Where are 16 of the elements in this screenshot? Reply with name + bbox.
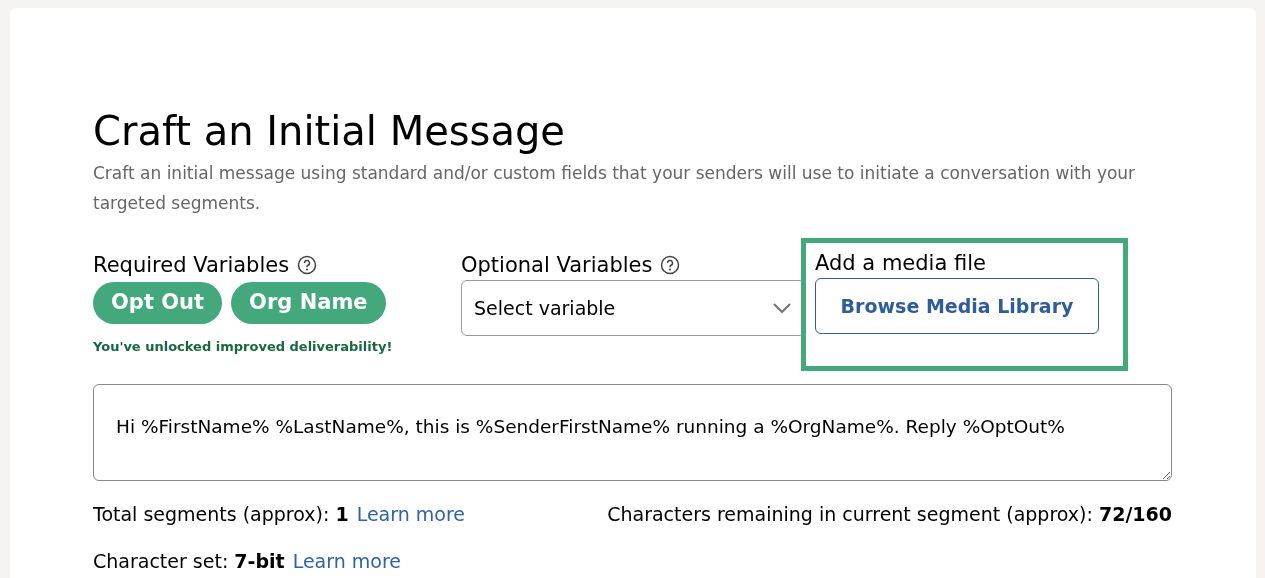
- learn-more-link[interactable]: Learn more: [356, 500, 465, 529]
- stat-text: Total segments (approx): 1: [93, 502, 349, 527]
- stat-text: Character set: 7-bit: [93, 548, 285, 574]
- chevron-down-icon: [772, 302, 792, 314]
- learn-more-link[interactable]: Learn more: [292, 546, 401, 575]
- message-field[interactable]: Hi %FirstName% %LastName%, this is %SenderFirstName% running a %OrgName%. Reply %OptOut%: [93, 384, 1172, 481]
- stat-text: Characters remaining in current segment (approx): 72/160: [607, 502, 1172, 527]
- page-title: Craft an Initial Message: [93, 107, 566, 156]
- browse-media-button[interactable]: Browse Media Library: [815, 278, 1099, 334]
- page-description: Craft an initial message using standard and/or custom fields that your senders will use to initiate a conversation with your targeted segments.: [93, 162, 1137, 215]
- help-icon[interactable]: [660, 255, 681, 275]
- help-icon[interactable]: [297, 255, 318, 275]
- section-label: Optional Variables: [461, 252, 653, 279]
- success-note: You've unlocked improved deliverability!: [93, 338, 394, 356]
- section-label: Add a media file: [815, 250, 987, 277]
- section-label: Required Variables: [93, 252, 290, 279]
